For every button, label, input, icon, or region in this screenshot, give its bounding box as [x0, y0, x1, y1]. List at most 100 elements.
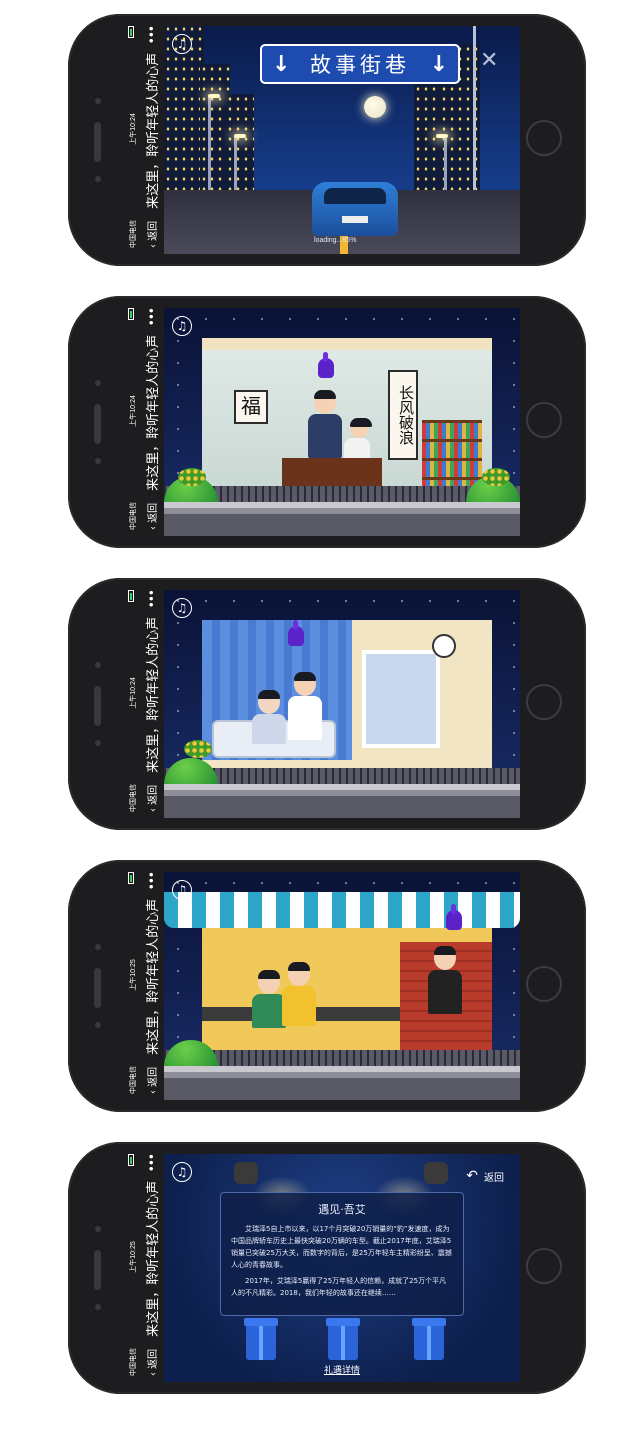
battery-icon [128, 308, 134, 320]
home-button[interactable] [526, 402, 562, 438]
phone-frame-2: 中国电信 上午10:24 ‹ 返回 来这里，聆听年轻人的心声 ••• 福 长风破… [68, 296, 586, 548]
phone-frame-4: 中国电信 上午10:25 ‹ 返回 来这里，聆听年轻人的心声 ••• ♫ [68, 860, 586, 1112]
back-button[interactable]: ‹ 返回 [144, 503, 159, 530]
street-sign: ↓ 故事街巷 ↓ [260, 44, 460, 84]
music-icon[interactable]: ♫ [172, 880, 192, 900]
earpiece [94, 968, 101, 1008]
battery-icon [128, 1154, 134, 1166]
sensor [95, 1304, 101, 1310]
status-strip: 中国电信 上午10:25 ‹ 返回 来这里，聆听年轻人的心声 ••• [126, 1154, 164, 1382]
back-label: 返回 [148, 1348, 159, 1369]
status-strip: 中国电信 上午10:24 ‹ 返回 来这里，聆听年轻人的心声 ••• [126, 308, 164, 536]
status-bar: 中国电信 上午10:25 [128, 1154, 138, 1376]
carrier-label: 中国电信 [130, 1348, 137, 1376]
chef-figure [428, 946, 462, 1014]
pavement [164, 502, 520, 536]
verse-scroll: 长风破浪 [388, 370, 418, 460]
back-label: 返回 [148, 220, 159, 241]
card-title: 遇见·吾艾 [318, 1203, 366, 1216]
status-strip: 中国电信 上午10:24 ‹ 返回 来这里，聆听年轻人的心声 ••• [126, 590, 164, 818]
clock-label: 上午10:24 [130, 113, 137, 145]
more-dots-icon[interactable]: ••• [145, 590, 159, 608]
nav-bar: ‹ 返回 来这里，聆听年轻人的心声 ••• [142, 26, 162, 248]
home-button[interactable] [526, 966, 562, 1002]
status-bar: 中国电信 上午10:25 [128, 872, 138, 1094]
diner-figure [282, 962, 316, 1026]
music-icon[interactable]: ♫ [172, 316, 192, 336]
camera [95, 662, 101, 668]
wall-clock-icon [432, 634, 456, 658]
more-dots-icon[interactable]: ••• [145, 26, 159, 44]
page-title: 来这里，聆听年轻人的心声 [146, 334, 161, 491]
back-button[interactable]: ‹ 返回 [144, 1067, 159, 1094]
tap-hint-icon[interactable] [288, 620, 304, 646]
flowers [184, 740, 212, 758]
earpiece [94, 686, 101, 726]
flowers [482, 468, 510, 486]
window [362, 650, 440, 748]
page-title: 来这里，聆听年轻人的心声 [146, 616, 161, 773]
teacher-figure [308, 390, 342, 458]
story-card: 遇见·吾艾 艾瑞泽5自上市以来，以17个月突破20万销量的“豹”发速度，成为中国… [220, 1192, 464, 1316]
hospital-room [202, 620, 492, 770]
fu-scroll: 福 [234, 390, 268, 424]
nav-bar: ‹ 返回 来这里，聆听年轻人的心声 ••• [142, 590, 162, 812]
back-label: 返回 [148, 1066, 159, 1087]
sensor [95, 176, 101, 182]
study-room: 福 长风破浪 [202, 338, 492, 500]
earpiece [94, 1250, 101, 1290]
camera [95, 98, 101, 104]
sensor [95, 1022, 101, 1028]
music-icon[interactable]: ♫ [172, 1162, 192, 1182]
tap-hint-icon[interactable] [318, 352, 334, 378]
page-title: 来这里，聆听年轻人的心声 [146, 1180, 161, 1337]
down-arrow-icon: ↓ [429, 51, 448, 77]
gift-box-icon[interactable] [326, 1318, 360, 1360]
status-bar: 中国电信 上午10:24 [128, 26, 138, 248]
lamp-light [208, 94, 220, 98]
home-button[interactable] [526, 684, 562, 720]
status-strip: 中国电信 上午10:25 ‹ 返回 来这里，聆听年轻人的心声 ••• [126, 872, 164, 1100]
scene-city-street: ↓ 故事街巷 ↓ loading.. 85% ♫ [164, 26, 520, 254]
status-strip: 中国电信 上午10:24 ‹ 返回 来这里，聆听年轻人的心声 ••• [126, 26, 164, 254]
earpiece [94, 404, 101, 444]
tap-hint-icon[interactable] [446, 904, 462, 930]
card-paragraph: 艾瑞泽5自上市以来，以17个月突破20万销量的“豹”发速度，成为中国品牌轿车历史… [231, 1225, 452, 1269]
carrier-label: 中国电信 [130, 502, 137, 530]
gift-details-link[interactable]: 礼遇详情 [164, 1363, 520, 1376]
back-button[interactable]: ‹ 返回 [144, 785, 159, 812]
building [226, 94, 254, 194]
clock-label: 上午10:25 [130, 959, 137, 991]
gift-box-icon[interactable] [244, 1318, 278, 1360]
more-dots-icon[interactable]: ••• [145, 872, 159, 890]
status-bar: 中国电信 上午10:24 [128, 308, 138, 530]
pavement [164, 784, 520, 818]
blue-car [312, 182, 398, 236]
clock-label: 上午10:25 [130, 1241, 137, 1273]
scene-hospital: ♫ [164, 590, 520, 818]
more-dots-icon[interactable]: ••• [145, 1154, 159, 1172]
back-link[interactable]: ↶ 返回 [466, 1168, 504, 1184]
gift-box-icon[interactable] [412, 1318, 446, 1360]
phone-frame-3: 中国电信 上午10:24 ‹ 返回 来这里，聆听年轻人的心声 ••• ♫ [68, 578, 586, 830]
back-button[interactable]: ‹ 返回 [144, 221, 159, 248]
lamp-light [436, 134, 448, 138]
street-sign-text: 故事街巷 [310, 53, 410, 77]
home-button[interactable] [526, 120, 562, 156]
back-label: 返回 [148, 502, 159, 523]
home-button[interactable] [526, 1248, 562, 1284]
page-title: 来这里，聆听年轻人的心声 [146, 52, 161, 209]
more-dots-icon[interactable]: ••• [145, 308, 159, 326]
scene-study: 福 长风破浪 ♫ [164, 308, 520, 536]
back-button[interactable]: ‹ 返回 [144, 1349, 159, 1376]
status-bar: 中国电信 上午10:24 [128, 590, 138, 812]
carrier-label: 中国电信 [130, 784, 137, 812]
carrier-label: 中国电信 [130, 220, 137, 248]
music-icon[interactable]: ♫ [172, 34, 192, 54]
return-arrow-icon: ↶ [466, 1168, 478, 1184]
nav-bar: ‹ 返回 来这里，聆听年轻人的心声 ••• [142, 872, 162, 1094]
loading-text: loading.. 85% [314, 237, 357, 244]
music-icon[interactable]: ♫ [172, 598, 192, 618]
camera [95, 944, 101, 950]
nav-bar: ‹ 返回 来这里，聆听年轻人的心声 ••• [142, 308, 162, 530]
